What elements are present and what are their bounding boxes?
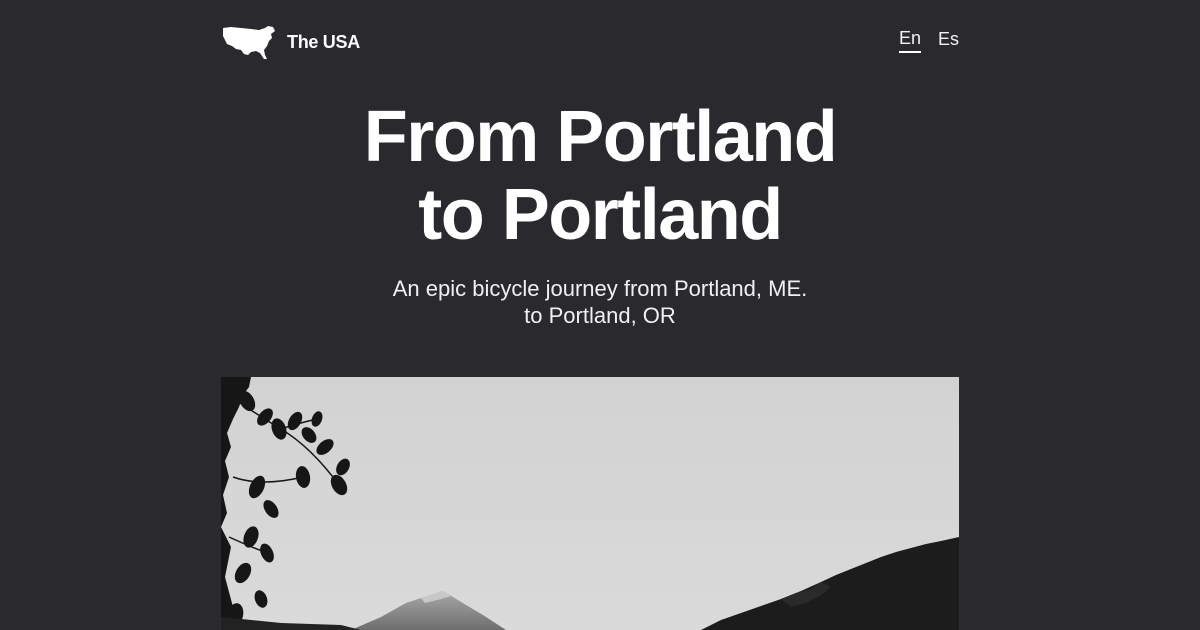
- page-subtitle: An epic bicycle journey from Portland, M…: [0, 275, 1200, 329]
- brand-home-link[interactable]: The USA: [221, 24, 360, 60]
- usa-map-icon: [223, 26, 275, 59]
- language-switcher: En Es: [898, 28, 959, 53]
- site-header: The USA En Es: [221, 22, 959, 62]
- mountain-landscape-photo: [221, 377, 959, 630]
- brand-name: The USA: [287, 31, 360, 52]
- page-title: From Portland to Portland: [0, 98, 1200, 254]
- page-title-line-1: From Portland: [363, 97, 838, 177]
- page-title-line-2: to Portland: [418, 175, 783, 255]
- language-es-link[interactable]: Es: [938, 29, 959, 52]
- page-subtitle-line-2: to Portland, OR: [524, 303, 676, 328]
- hero-image: [221, 377, 959, 630]
- page-subtitle-line-1: An epic bicycle journey from Portland, M…: [392, 276, 808, 301]
- language-en-link[interactable]: En: [898, 28, 921, 53]
- page: The USA En Es From Portland to Portland …: [0, 0, 1200, 630]
